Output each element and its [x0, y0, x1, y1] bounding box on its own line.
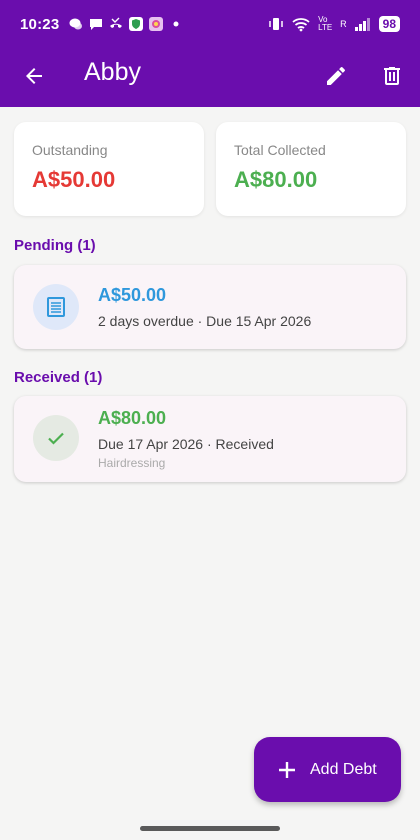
received-section-title: Received (1) [14, 369, 103, 386]
outstanding-card: Outstanding A$50.00 [14, 122, 204, 216]
missed-call-icon [110, 17, 123, 28]
collected-card: Total Collected A$80.00 [216, 122, 406, 216]
outstanding-value: A$50.00 [32, 167, 116, 192]
received-debt-item[interactable]: A$80.00 Due 17 Apr 2026 · Received Haird… [14, 396, 406, 482]
wifi-icon [292, 18, 310, 32]
trash-icon [384, 67, 400, 85]
add-debt-button[interactable]: Add Debt [254, 737, 401, 802]
signal-icon [354, 18, 370, 31]
top-bar: 10:23 Vo LTE R 98 Abby [0, 0, 420, 107]
debt-due-info: Due 17 Apr 2026 · Received [98, 436, 274, 452]
debt-avatar [33, 284, 79, 330]
app-bar: Abby [0, 48, 420, 107]
edit-button[interactable] [320, 60, 352, 92]
delete-button[interactable] [376, 60, 408, 92]
shield-icon [129, 17, 144, 31]
debt-due-info: 2 days overdue · Due 15 Apr 2026 [98, 313, 312, 329]
add-debt-label: Add Debt [310, 760, 377, 778]
arrow-left-icon [26, 68, 42, 84]
pending-debt-item[interactable]: A$50.00 2 days overdue · Due 15 Apr 2026 [14, 265, 406, 349]
check-icon [48, 432, 64, 445]
outstanding-label: Outstanding [32, 142, 108, 158]
notification-icons [69, 17, 183, 31]
back-button[interactable] [18, 60, 50, 92]
status-bar: 10:23 Vo LTE R 98 [0, 0, 420, 48]
network-label: Vo LTE [318, 15, 333, 32]
debt-amount: A$80.00 [98, 408, 167, 428]
home-indicator[interactable] [140, 826, 280, 831]
app-badge-icon [149, 17, 164, 31]
debt-note: Hairdressing [98, 456, 166, 470]
pencil-icon [327, 66, 345, 85]
pending-section-title: Pending (1) [14, 237, 96, 254]
collected-value: A$80.00 [234, 167, 318, 192]
collected-label: Total Collected [234, 142, 326, 158]
debt-avatar [33, 415, 79, 461]
page-title: Abby [84, 58, 141, 86]
debt-amount: A$50.00 [98, 285, 167, 305]
dot-icon [173, 21, 179, 27]
chat-icon [69, 18, 83, 30]
status-right: Vo LTE R 98 [268, 16, 400, 32]
signal-label: R [340, 19, 347, 29]
plus-icon [276, 759, 298, 781]
battery-indicator: 98 [378, 16, 400, 32]
message-icon [90, 19, 103, 30]
status-time: 10:23 [20, 15, 60, 33]
vibrate-icon [269, 18, 283, 30]
receipt-icon [47, 297, 65, 317]
